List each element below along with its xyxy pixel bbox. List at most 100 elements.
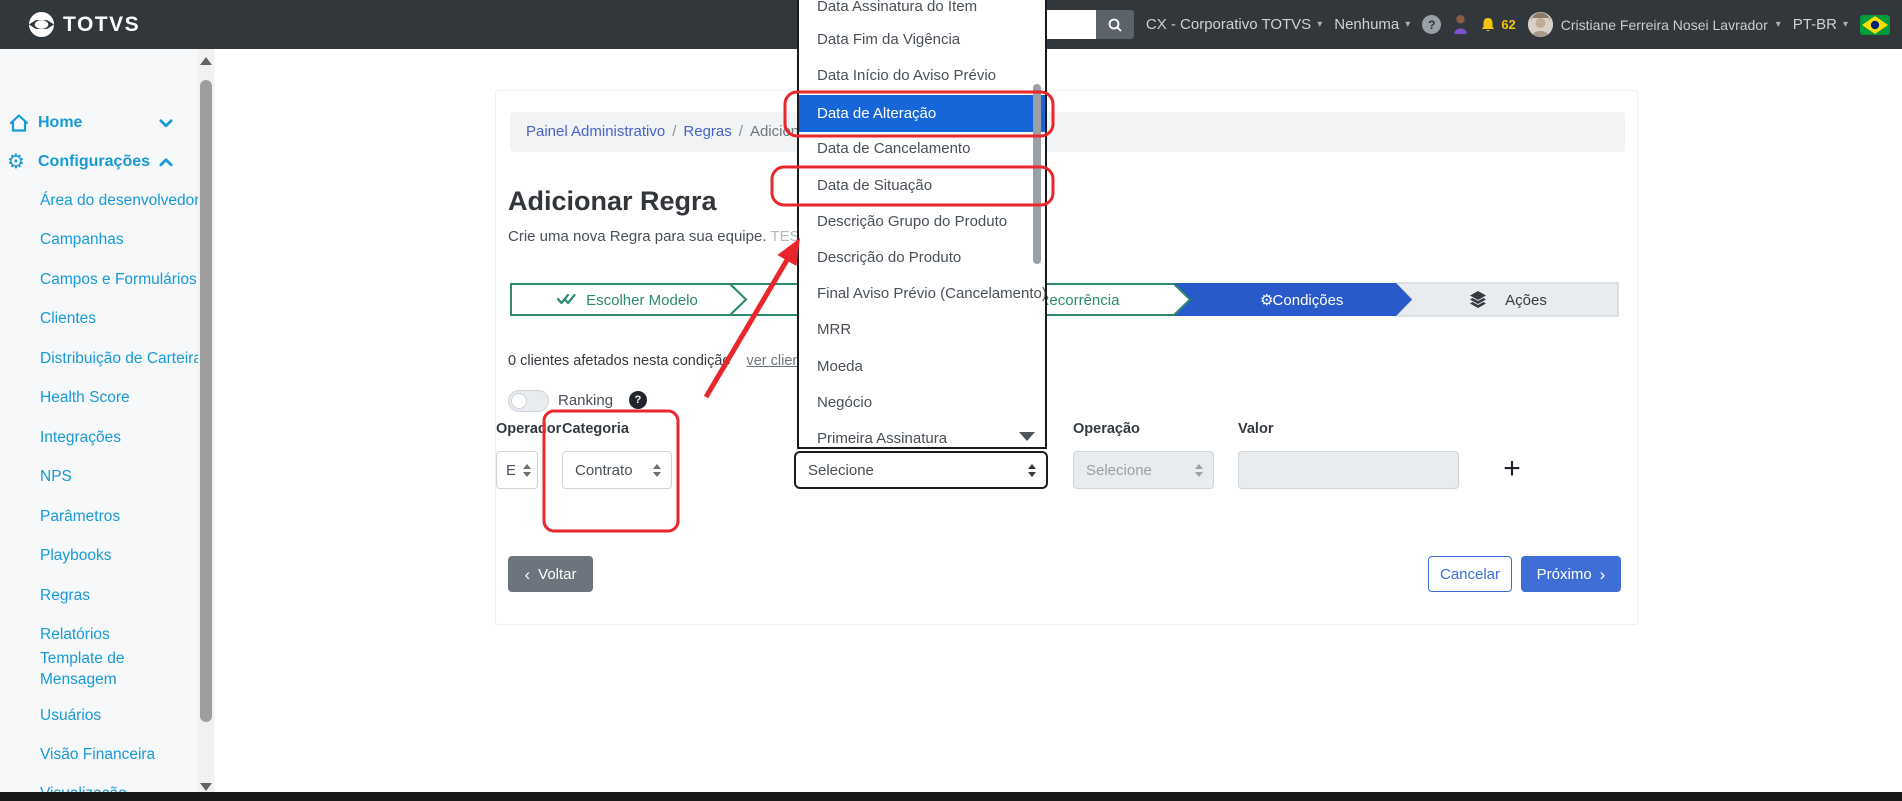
dropdown-option[interactable]: Negócio [799, 385, 1045, 421]
sidebar-item-area-desenvolvedor[interactable]: Área do desenvolvedor [40, 191, 199, 211]
chevron-up-icon[interactable] [158, 154, 174, 170]
toggle-knob [511, 393, 527, 409]
campo-value: Selecione [808, 461, 874, 479]
wizard-step-acoes[interactable]: Ações [1394, 282, 1619, 317]
dropdown-option[interactable]: MRR [799, 312, 1045, 348]
notification-count: 62 [1501, 17, 1516, 32]
wizard-step-label: Ações [1505, 292, 1547, 309]
notifications-button[interactable]: 62 [1480, 17, 1516, 33]
breadcrumb-link-painel[interactable]: Painel Administrativo [526, 123, 665, 140]
totvs-logo[interactable]: TOTVS [28, 0, 140, 49]
campo-select-open[interactable]: Selecione [794, 451, 1048, 489]
chevron-right-icon: › [1599, 564, 1606, 584]
sidebar-item-campos-formularios[interactable]: Campos e Formulários [40, 270, 197, 290]
dropdown-option[interactable]: Primeira Assinatura [799, 421, 1045, 447]
select-arrows-icon [1195, 463, 1203, 477]
user-menu[interactable]: Cristiane Ferreira Nosei Lavrador ▾ [1527, 12, 1781, 37]
dropdown-option[interactable]: Descrição Grupo do Produto [799, 204, 1045, 240]
ranking-help-icon[interactable]: ? [629, 391, 647, 409]
chevron-left-icon: ‹ [524, 564, 531, 584]
gear-icon: ⚙ [1260, 291, 1273, 309]
wizard-step-label: Condições [1273, 292, 1344, 309]
select-arrows-icon [653, 463, 661, 477]
sidebar-item-playbooks[interactable]: Playbooks [40, 546, 112, 566]
cancel-button[interactable]: Cancelar [1428, 556, 1512, 592]
navbar-right-group: CX - Corporativo TOTVS ▾ Nenhuma ▾ ? 62 [1017, 0, 1890, 49]
dropdown-scrollbar-thumb[interactable] [1033, 84, 1041, 264]
sidebar-item-distribuicao-carteira[interactable]: Distribuição de Carteira [40, 349, 202, 369]
bottom-bar [0, 792, 1902, 801]
breadcrumb-separator: / [738, 123, 743, 140]
home-icon [9, 114, 29, 132]
filter-label: Nenhuma [1334, 16, 1400, 33]
sidebar-item-visao-financeira[interactable]: Visão Financeira [40, 745, 155, 765]
sidebar-item-health-score[interactable]: Health Score [40, 388, 130, 408]
wizard-steps: Ações ⚙ Condições Recorrência Escolher M… [510, 282, 1619, 317]
categoria-value: Contrato [575, 461, 633, 479]
cancel-label: Cancelar [1439, 565, 1501, 583]
sidebar-item-configuracoes[interactable]: Configurações [38, 151, 150, 173]
sidebar-item-home[interactable]: Home [38, 112, 82, 134]
caret-down-icon: ▾ [1775, 19, 1781, 30]
language-label: PT-BR [1792, 16, 1837, 33]
breadcrumb: Painel Administrativo/Regras/Adicionar R… [510, 112, 1625, 152]
language-dropdown[interactable]: PT-BR ▾ [1793, 16, 1848, 33]
chevron-down-icon[interactable] [158, 115, 174, 131]
breadcrumb-link-regras[interactable]: Regras [683, 123, 731, 140]
wizard-step-label: Recorrência [1039, 292, 1121, 309]
dropdown-option[interactable]: Data de Cancelamento [799, 131, 1045, 167]
affected-count: 0 clientes afetados nesta condição [508, 353, 731, 369]
totvs-logo-icon [28, 11, 55, 38]
dropdown-option-highlighted[interactable]: Data de Alteração [799, 95, 1045, 132]
operacao-select: Selecione [1073, 451, 1214, 489]
filter-dropdown[interactable]: Nenhuma ▾ [1334, 16, 1410, 33]
brand-text: TOTVS [63, 12, 141, 36]
operacao-value: Selecione [1086, 461, 1152, 479]
dropdown-option[interactable]: Data Início do Aviso Prévio [799, 58, 1045, 94]
back-label: Voltar [538, 565, 577, 583]
help-icon[interactable]: ? [1422, 15, 1442, 34]
sidebar-item-parametros[interactable]: Parâmetros [40, 507, 120, 527]
search-button[interactable] [1095, 10, 1134, 39]
sidebar-item-clientes[interactable]: Clientes [40, 309, 96, 329]
page-subtitle-text: Crie uma nova Regra para sua equipe. [508, 228, 767, 245]
workspace-dropdown[interactable]: CX - Corporativo TOTVS ▾ [1146, 16, 1322, 33]
scroll-down-icon[interactable] [200, 783, 212, 791]
add-condition-button[interactable]: + [1496, 453, 1528, 487]
user-name: Cristiane Ferreira Nosei Lavrador [1560, 16, 1768, 33]
valor-label: Valor [1238, 421, 1274, 437]
sidebar-item-relatorios[interactable]: Relatórios [40, 625, 110, 645]
sidebar-item-campanhas[interactable]: Campanhas [40, 230, 124, 250]
wizard-step-condicoes[interactable]: ⚙ Condições [1174, 283, 1412, 316]
wizard-step-escolher-modelo[interactable]: Escolher Modelo [510, 283, 748, 316]
sidebar-scrollbar[interactable] [198, 49, 214, 801]
gear-icon: ⚙ [7, 149, 25, 173]
categoria-select[interactable]: Contrato [562, 451, 672, 489]
select-arrows-icon [523, 463, 531, 477]
next-button[interactable]: Próximo › [1521, 556, 1621, 592]
page-subtitle: Crie uma nova Regra para sua equipe. TES… [508, 228, 819, 245]
person-icon[interactable] [1453, 14, 1468, 35]
sidebar: Home ⚙ Configurações Área do desenvolved… [0, 49, 215, 801]
dropdown-option[interactable]: Final Aviso Prévio (Cancelamento) [799, 276, 1045, 312]
caret-down-icon: ▾ [1317, 19, 1323, 30]
back-button[interactable]: ‹ Voltar [508, 556, 593, 592]
scroll-up-icon[interactable] [200, 57, 212, 65]
dropdown-option[interactable]: Descrição do Produto [799, 240, 1045, 276]
scroll-down-icon [1019, 432, 1035, 441]
operador-label: Operador [496, 421, 562, 437]
dropdown-option[interactable]: Data de Situação [799, 168, 1045, 204]
sidebar-item-template-mensagem[interactable]: Template de Mensagem [40, 648, 172, 690]
ranking-toggle[interactable] [508, 390, 549, 412]
sidebar-item-integracoes[interactable]: Integrações [40, 428, 121, 448]
select-arrows-icon [1028, 463, 1036, 477]
next-label: Próximo [1536, 565, 1592, 583]
sidebar-item-usuarios[interactable]: Usuários [40, 706, 101, 726]
dropdown-option[interactable]: Moeda [799, 349, 1045, 385]
app-window: TOTVS CX - Corporativo TOTVS ▾ Nenhuma ▾… [0, 0, 1902, 801]
sidebar-item-regras[interactable]: Regras [40, 586, 90, 606]
operador-select[interactable]: E [496, 451, 538, 489]
sidebar-scrollbar-thumb[interactable] [200, 80, 212, 722]
sidebar-item-nps[interactable]: NPS [40, 467, 72, 487]
dropdown-option[interactable]: Data Fim da Vigência [799, 22, 1045, 58]
